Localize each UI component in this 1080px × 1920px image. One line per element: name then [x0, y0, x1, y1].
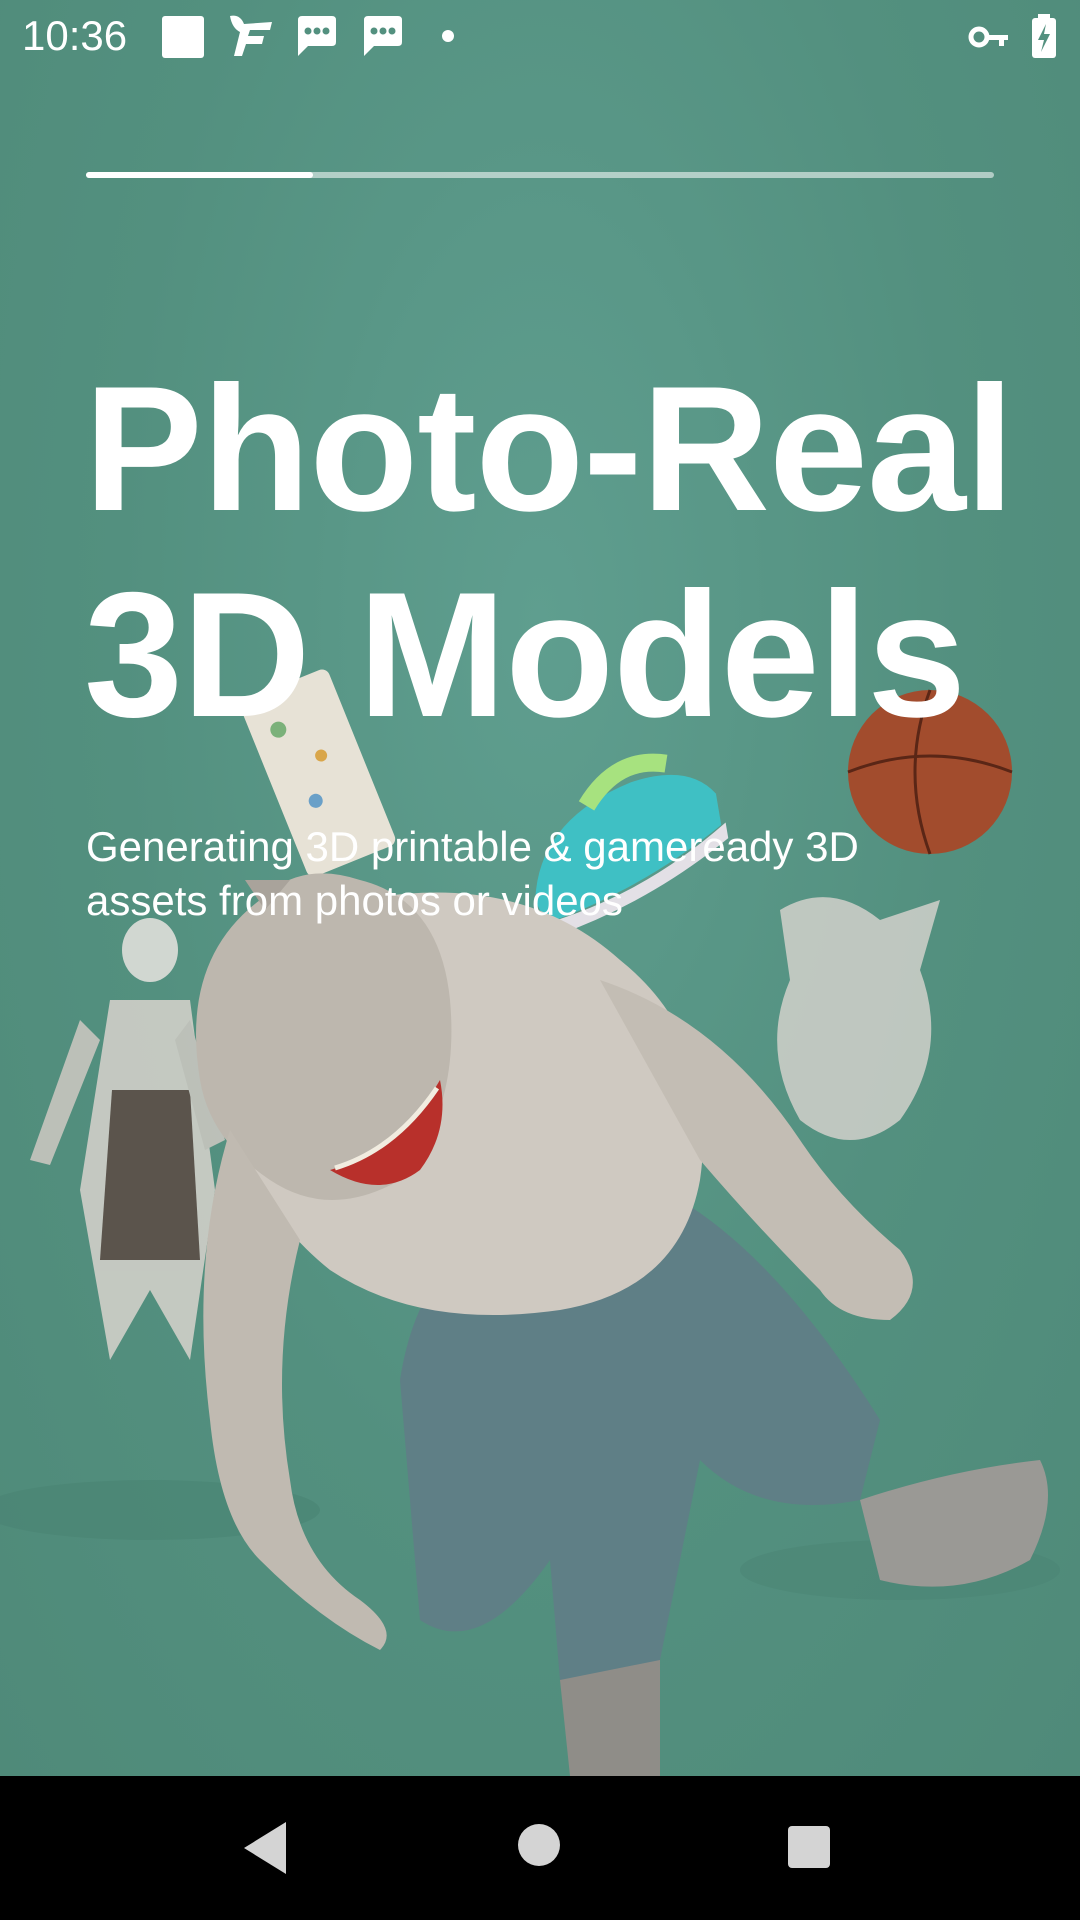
status-bar: 10:36 — [0, 0, 1080, 72]
message-icon — [364, 16, 402, 56]
headline-line-1: Photo-Real — [84, 349, 1014, 548]
onboarding-screen: 10:36 Photo-Real 3D Models Generating 3D… — [0, 0, 1080, 1776]
status-time: 10:36 — [22, 12, 128, 59]
message-icon — [298, 16, 336, 56]
battery-charging-icon — [1032, 14, 1056, 58]
headline-line-2: 3D Models — [84, 555, 966, 754]
onboarding-progress-bar — [86, 172, 994, 178]
square-notification-icon — [162, 16, 204, 58]
dot-icon — [442, 30, 454, 42]
subtitle: Generating 3D printable & gameready 3D a… — [86, 823, 859, 924]
home-icon[interactable] — [516, 1822, 562, 1868]
navigation-bar — [0, 1776, 1080, 1920]
vpn-key-icon — [968, 26, 1008, 48]
headline: Photo-Real 3D Models — [84, 346, 1024, 758]
recents-icon[interactable] — [786, 1824, 832, 1870]
back-icon[interactable] — [240, 1820, 290, 1876]
onboarding-progress-fill — [86, 172, 313, 178]
f-app-icon — [230, 15, 272, 56]
